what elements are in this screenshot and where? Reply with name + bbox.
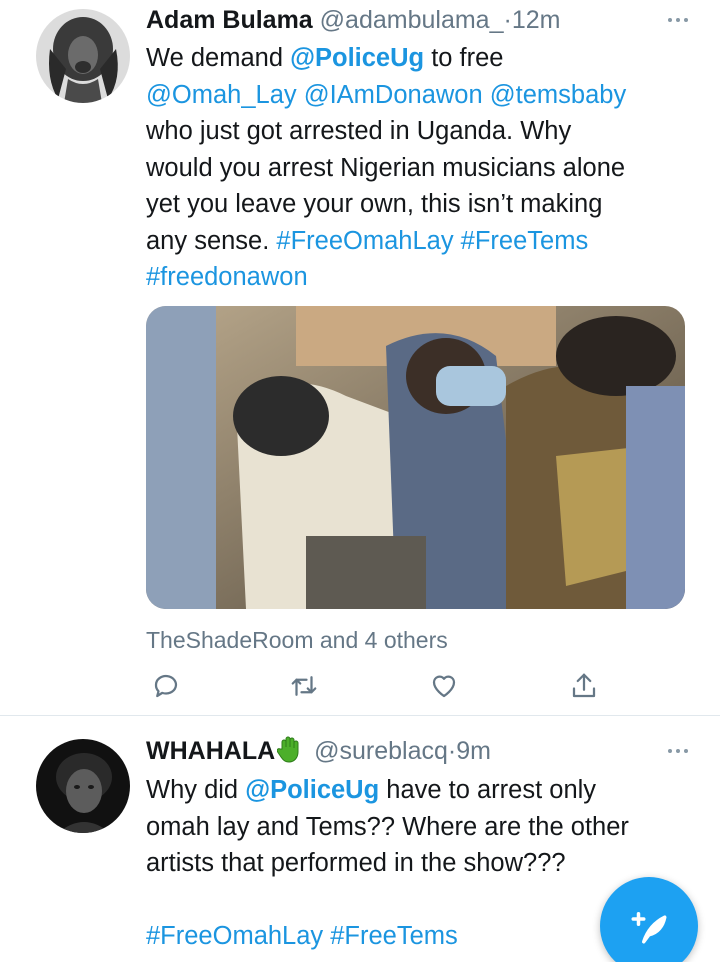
tweet-photo[interactable]	[146, 306, 685, 609]
hashtag-links[interactable]: #FreeOmahLay #FreeTems	[276, 227, 588, 255]
text-line: yet you leave your own, this isn’t makin…	[146, 190, 603, 218]
reply-icon	[154, 674, 178, 698]
text-line: would you arrest Nigerian musicians alon…	[146, 153, 626, 182]
separator: ·	[503, 6, 512, 34]
mention-link[interactable]: @PoliceUg	[290, 44, 424, 72]
like-icon	[432, 675, 456, 698]
text-segment: We demand	[146, 44, 291, 72]
text-line: artists that performed in the show???	[146, 849, 566, 877]
tweet-header: Adam Bulama @adambulama_·12m	[146, 0, 680, 40]
avatar[interactable]	[36, 9, 130, 103]
retweet-button[interactable]	[284, 666, 324, 706]
social-context[interactable]: TheShadeRoom and 4 others	[146, 622, 448, 658]
avatar[interactable]	[36, 739, 130, 833]
tweet[interactable]: Adam Bulama @adambulama_·12m We demand @…	[0, 0, 720, 716]
more-options-button[interactable]	[658, 5, 698, 35]
text-segment: to free	[424, 44, 504, 72]
mention-link[interactable]: @PoliceUg	[245, 776, 379, 804]
hashtag-link[interactable]: #freedonawon	[146, 259, 691, 296]
text-line: omah lay and Tems?? Where are the other	[146, 812, 629, 841]
tweet-header: WHAHALA @sureblacq·9m	[146, 731, 680, 771]
green-hand-emoji	[277, 736, 299, 763]
more-options-button[interactable]	[658, 736, 698, 766]
display-name[interactable]: Adam Bulama	[146, 6, 313, 34]
text-segment: Why did	[146, 776, 246, 804]
tweet-actions	[146, 666, 606, 706]
reply-button[interactable]	[146, 666, 186, 706]
user-handle[interactable]: @adambulama_	[320, 6, 504, 34]
timestamp[interactable]: 12m	[512, 6, 561, 34]
retweet-icon	[291, 676, 317, 696]
user-handle[interactable]: @sureblacq	[314, 737, 448, 765]
compose-tweet-icon	[631, 912, 667, 944]
text-segment: any sense.	[146, 226, 277, 255]
share-icon	[572, 673, 596, 698]
display-name[interactable]: WHAHALA	[146, 737, 275, 765]
timestamp[interactable]: 9m	[456, 737, 491, 765]
tweet-text: We demand @PoliceUg to free @Omah_Lay @I…	[146, 40, 691, 296]
mention-links[interactable]: @Omah_Lay @IAmDonawon @temsbaby	[146, 77, 691, 114]
text-line: who just got arrested in Uganda. Why	[146, 117, 572, 145]
share-button[interactable]	[564, 666, 604, 706]
like-button[interactable]	[424, 666, 464, 706]
text-segment: have to arrest only	[379, 776, 597, 804]
separator: ·	[447, 737, 457, 765]
